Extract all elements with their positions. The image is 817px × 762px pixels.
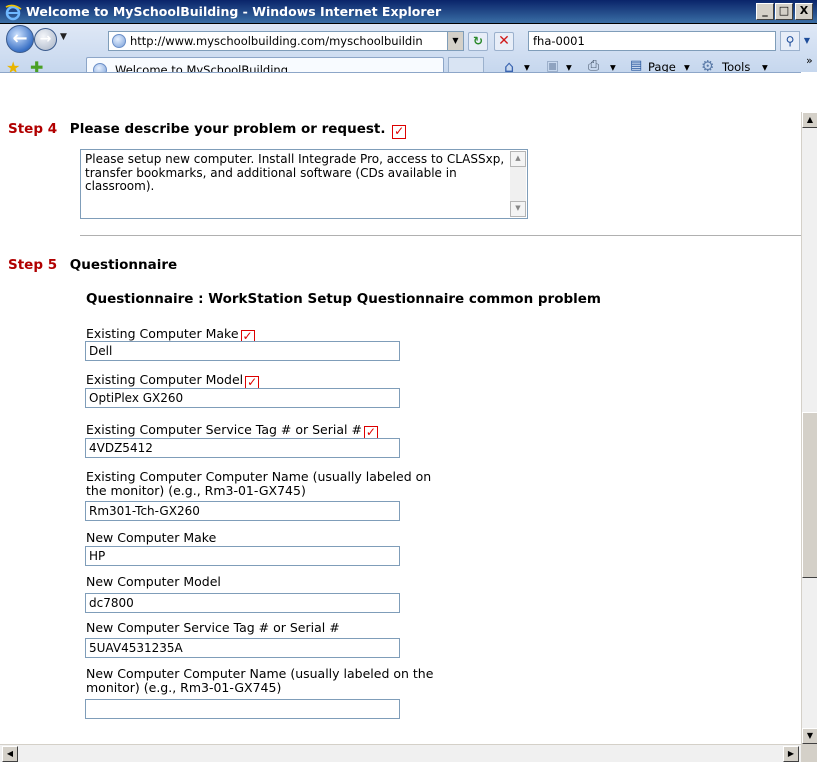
new-computer-name-label-line1: New Computer Computer Name (usually labe… <box>86 666 434 681</box>
textarea-scroll-up-icon[interactable]: ▲ <box>510 151 526 167</box>
step5-heading: Step 5 Questionnaire <box>8 257 177 273</box>
existing-model-input[interactable]: OptiPlex GX260 <box>85 388 400 408</box>
new-model-value: dc7800 <box>89 596 134 610</box>
problem-description-text: Please setup new computer. Install Integ… <box>85 152 505 193</box>
step4-heading: Step 4 Please describe your problem or r… <box>8 121 407 139</box>
existing-make-input[interactable]: Dell <box>85 341 400 361</box>
more-commands-chevron-icon[interactable]: » <box>806 54 813 67</box>
ie-logo-icon <box>5 4 22 21</box>
existing-service-tag-input[interactable]: 4VDZ5412 <box>85 438 400 458</box>
horizontal-scrollbar[interactable]: ◀ ▶ <box>0 744 801 762</box>
new-make-label-text: New Computer Make <box>86 530 217 545</box>
new-service-tag-label-text: New Computer Service Tag # or Serial # <box>86 620 340 635</box>
existing-make-label-text: Existing Computer Make <box>86 326 239 341</box>
existing-computer-name-input[interactable]: Rm301-Tch-GX260 <box>85 501 400 521</box>
stop-button[interactable]: ✕ <box>494 32 514 51</box>
new-service-tag-label: New Computer Service Tag # or Serial # <box>86 621 340 635</box>
existing-service-tag-value: 4VDZ5412 <box>89 441 153 455</box>
recent-pages-dropdown-icon[interactable]: ▼ <box>60 32 67 42</box>
vertical-scroll-thumb[interactable] <box>802 412 817 578</box>
existing-service-tag-label-text: Existing Computer Service Tag # or Seria… <box>86 422 362 437</box>
window-title: Welcome to MySchoolBuilding - Windows In… <box>26 4 442 19</box>
forward-button[interactable]: → <box>34 28 57 51</box>
title-bar[interactable]: Welcome to MySchoolBuilding - Windows In… <box>0 0 817 24</box>
scroll-up-icon[interactable]: ▲ <box>802 112 817 128</box>
address-url: http://www.myschoolbuilding.com/myschool… <box>130 34 423 48</box>
new-computer-name-label-line2: monitor) (e.g., Rm3-01-GX745) <box>86 680 282 695</box>
new-make-value: HP <box>89 549 106 563</box>
textarea-scrollbar[interactable]: ▲ ▼ <box>510 151 526 217</box>
page-content: Step 4 Please describe your problem or r… <box>0 72 801 744</box>
arrow-right-icon: → <box>39 31 52 47</box>
section-divider <box>80 235 801 236</box>
address-dropdown-button[interactable]: ▼ <box>447 32 463 50</box>
page-icon <box>112 34 126 48</box>
minimize-button[interactable]: _ <box>756 3 774 20</box>
new-make-input[interactable]: HP <box>85 546 400 566</box>
refresh-button[interactable]: ↻ <box>468 32 488 51</box>
address-bar[interactable]: http://www.myschoolbuilding.com/myschool… <box>108 31 464 51</box>
new-make-label: New Computer Make <box>86 531 216 545</box>
page-menu-icon[interactable]: ▤ <box>630 58 642 73</box>
new-computer-name-input[interactable] <box>85 699 400 719</box>
new-model-label: New Computer Model <box>86 575 221 589</box>
new-computer-name-label: New Computer Computer Name (usually labe… <box>86 667 433 695</box>
scrollbar-corner <box>801 744 817 762</box>
search-options-dropdown-icon[interactable]: ▼ <box>801 31 813 51</box>
step4-number: Step 4 <box>8 121 58 137</box>
existing-model-label-text: Existing Computer Model <box>86 372 244 387</box>
required-check-icon: ✓ <box>392 124 407 139</box>
search-icon[interactable]: ⚲ <box>780 31 800 51</box>
new-model-label-text: New Computer Model <box>86 574 221 589</box>
existing-make-value: Dell <box>89 344 113 358</box>
new-service-tag-value: 5UAV4531235A <box>89 641 183 655</box>
scroll-right-icon[interactable]: ▶ <box>783 746 799 762</box>
textarea-scroll-down-icon[interactable]: ▼ <box>510 201 526 217</box>
existing-computer-name-label-line2: the monitor) (e.g., Rm3-01-GX745) <box>86 483 306 498</box>
problem-description-textarea[interactable]: Please setup new computer. Install Integ… <box>80 149 528 219</box>
scroll-left-icon[interactable]: ◀ <box>2 746 18 762</box>
arrow-left-icon: ← <box>12 28 28 49</box>
existing-model-value: OptiPlex GX260 <box>89 391 184 405</box>
navigation-bar: ← → ▼ http://www.myschoolbuilding.com/my… <box>0 24 817 81</box>
existing-computer-name-label-line1: Existing Computer Computer Name (usually… <box>86 469 432 484</box>
vertical-scrollbar[interactable]: ▲ ▼ <box>801 112 817 744</box>
new-service-tag-input[interactable]: 5UAV4531235A <box>85 638 400 658</box>
new-model-input[interactable]: dc7800 <box>85 593 400 613</box>
step5-label: Questionnaire <box>69 257 178 273</box>
step4-label: Please describe your problem or request. <box>69 121 386 137</box>
existing-computer-name-value: Rm301-Tch-GX260 <box>89 504 200 518</box>
step5-number: Step 5 <box>8 257 58 273</box>
search-input[interactable]: fha-0001 <box>528 31 776 51</box>
maximize-button[interactable]: □ <box>775 3 793 20</box>
close-button[interactable]: X <box>795 3 813 20</box>
questionnaire-title: Questionnaire : WorkStation Setup Questi… <box>86 291 601 307</box>
search-value: fha-0001 <box>533 34 585 48</box>
scroll-down-icon[interactable]: ▼ <box>802 728 817 744</box>
existing-computer-name-label: Existing Computer Computer Name (usually… <box>86 470 431 498</box>
back-button[interactable]: ← <box>6 25 34 53</box>
